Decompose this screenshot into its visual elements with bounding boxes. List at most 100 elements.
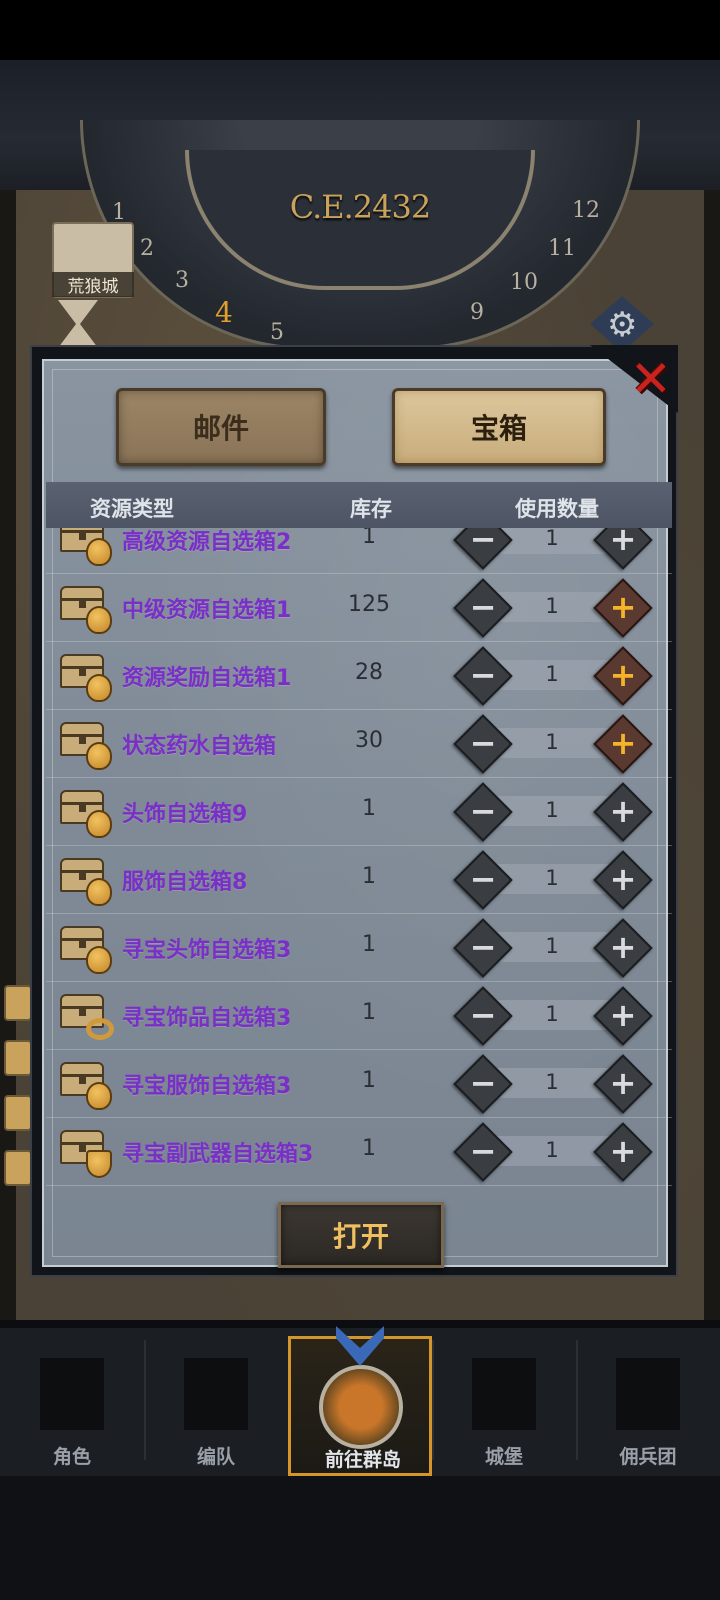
increase-button[interactable]: +: [593, 528, 653, 570]
table-row[interactable]: 头饰自选箱9 1 1− +: [46, 778, 672, 846]
minus-icon: −: [469, 588, 497, 626]
chest-bag-icon: [60, 650, 112, 702]
table-row[interactable]: 寻宝服饰自选箱3 1 1− +: [46, 1050, 672, 1118]
plus-icon: +: [609, 928, 637, 966]
nav-item-label: 城堡: [484, 1446, 523, 1468]
nav-item-mercenary[interactable]: 佣兵团: [576, 1336, 720, 1476]
decrease-button[interactable]: −: [453, 850, 513, 910]
dial-number-11: 11: [548, 236, 576, 261]
tab-treasure-chest[interactable]: 宝箱: [392, 388, 606, 466]
increase-button[interactable]: +: [593, 986, 653, 1046]
increase-button[interactable]: +: [593, 1122, 653, 1182]
dial-number-12: 12: [572, 198, 600, 223]
increase-button[interactable]: +: [593, 578, 653, 638]
table-row[interactable]: 寻宝饰品自选箱3 1 1− +: [46, 982, 672, 1050]
dial-number-9: 9: [470, 300, 484, 325]
decrease-button[interactable]: −: [453, 782, 513, 842]
item-name: 寻宝饰品自选箱3: [122, 1006, 292, 1031]
side-badge-3[interactable]: [4, 1095, 32, 1131]
chest-bag-icon: [60, 528, 112, 566]
item-name: 资源奖励自选箱1: [122, 666, 292, 691]
item-stock: 1: [362, 1136, 376, 1161]
increase-button[interactable]: +: [593, 918, 653, 978]
increase-button[interactable]: +: [593, 782, 653, 842]
dial-number-10: 10: [510, 270, 538, 295]
knight-icon: [40, 1358, 104, 1430]
plus-icon: +: [609, 860, 637, 898]
reward-badge-icon: [86, 810, 112, 838]
decrease-button[interactable]: −: [453, 1054, 513, 1114]
reward-badge-icon: [86, 1150, 112, 1178]
plus-icon: +: [609, 656, 637, 694]
increase-button[interactable]: +: [593, 714, 653, 774]
item-stock: 1: [362, 864, 376, 889]
decrease-button[interactable]: −: [453, 918, 513, 978]
item-stock: 1: [362, 796, 376, 821]
table-row[interactable]: 状态药水自选箱 30 1− +: [46, 710, 672, 778]
decrease-button[interactable]: −: [453, 1122, 513, 1182]
minus-icon: −: [469, 1064, 497, 1102]
increase-button[interactable]: +: [593, 1054, 653, 1114]
decrease-button[interactable]: −: [453, 986, 513, 1046]
minus-icon: −: [469, 996, 497, 1034]
table-row[interactable]: 高级资源自选箱2 1 1− +: [46, 528, 672, 574]
nav-item-label: 编队: [196, 1446, 235, 1468]
minus-icon: −: [469, 528, 497, 558]
side-badge-1[interactable]: [4, 985, 32, 1021]
reward-badge-icon: [86, 1018, 114, 1040]
item-name: 寻宝服饰自选箱3: [122, 1074, 292, 1099]
minus-icon: −: [469, 656, 497, 694]
plus-icon: +: [609, 1064, 637, 1102]
item-stock: 1: [362, 528, 376, 549]
item-stock: 1: [362, 1000, 376, 1025]
chest-bag-icon: [60, 718, 112, 770]
city-label: 荒狼城: [52, 272, 134, 297]
reward-badge-icon: [86, 606, 112, 634]
chest-bag-icon: [60, 582, 112, 634]
side-badge-2[interactable]: [4, 1040, 32, 1076]
increase-button[interactable]: +: [593, 646, 653, 706]
plus-icon: +: [609, 528, 637, 558]
open-button[interactable]: 打开: [278, 1202, 444, 1268]
plus-icon: +: [609, 996, 637, 1034]
nav-item-label: 角色: [52, 1446, 91, 1468]
minus-icon: −: [469, 792, 497, 830]
item-name: 头饰自选箱9: [122, 802, 248, 827]
increase-button[interactable]: +: [593, 850, 653, 910]
table-row[interactable]: 资源奖励自选箱1 28 1− +: [46, 642, 672, 710]
minus-icon: −: [469, 1132, 497, 1170]
nav-item-formation[interactable]: 编队: [144, 1336, 288, 1476]
dial-number-3: 3: [175, 268, 189, 293]
plus-icon: +: [609, 792, 637, 830]
item-name: 寻宝头饰自选箱3: [122, 938, 292, 963]
column-header-stock: 库存: [350, 497, 392, 521]
table-row[interactable]: 中级资源自选箱1 125 1− +: [46, 574, 672, 642]
item-name: 中级资源自选箱1: [122, 598, 292, 623]
dial-number-4: 4: [215, 296, 233, 329]
tab-mail[interactable]: 邮件: [116, 388, 326, 466]
reward-badge-icon: [86, 878, 112, 906]
nav-item-label: 佣兵团: [619, 1446, 677, 1468]
nav-item-label: 前往群岛: [324, 1449, 401, 1471]
item-list[interactable]: 高级资源自选箱2 1 1 − + 中级资源自选箱1 125 1 − + 资源奖励自选箱1 28 1 − + 状…: [46, 528, 672, 1194]
close-button[interactable]: ✕: [630, 350, 676, 408]
decrease-button[interactable]: −: [453, 528, 513, 570]
chest-shield-icon: [60, 1126, 112, 1178]
item-stock: 125: [348, 592, 390, 617]
nav-item-character[interactable]: 角色: [0, 1336, 144, 1476]
table-row[interactable]: 寻宝头饰自选箱3 1 1− +: [46, 914, 672, 982]
status-bar-area: [0, 0, 720, 60]
reward-badge-icon: [86, 538, 112, 566]
gear-icon: ⚙: [607, 305, 638, 345]
reward-badge-icon: [86, 1082, 112, 1110]
minus-icon: −: [469, 860, 497, 898]
table-row[interactable]: 寻宝副武器自选箱3 1 1− +: [46, 1118, 672, 1186]
chest-armor-icon: [60, 1058, 112, 1110]
decrease-button[interactable]: −: [453, 578, 513, 638]
chest-armor-icon: [60, 854, 112, 906]
table-row[interactable]: 服饰自选箱8 1 1− +: [46, 846, 672, 914]
side-badge-4[interactable]: [4, 1150, 32, 1186]
decrease-button[interactable]: −: [453, 646, 513, 706]
nav-item-castle[interactable]: 城堡: [432, 1336, 576, 1476]
decrease-button[interactable]: −: [453, 714, 513, 774]
